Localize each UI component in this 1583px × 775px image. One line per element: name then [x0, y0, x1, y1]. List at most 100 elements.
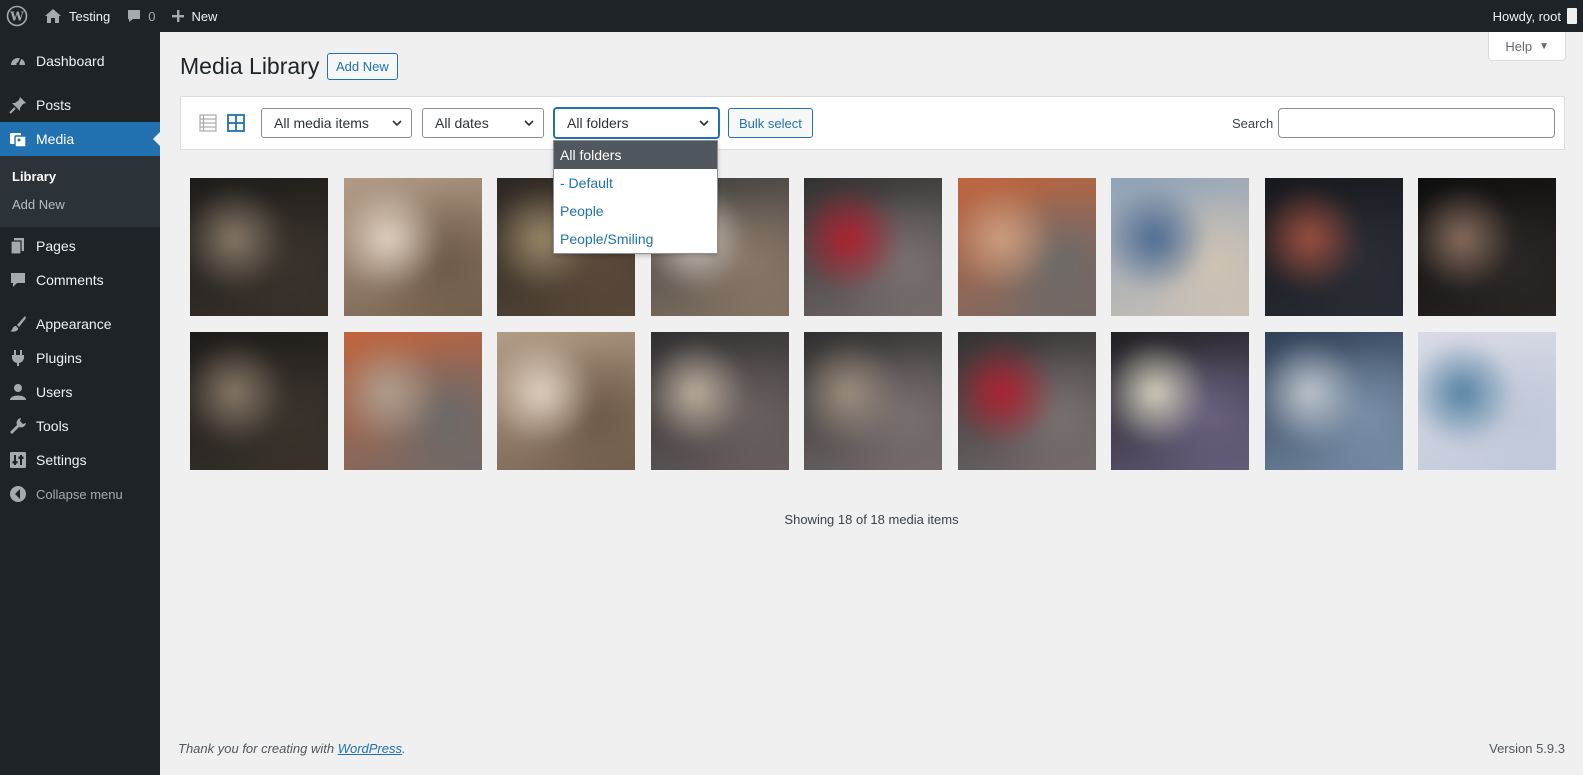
- folder-option-all[interactable]: All folders: [554, 141, 717, 169]
- user-icon: [9, 383, 27, 401]
- thumbnail-image: [958, 178, 1096, 316]
- brush-icon: [9, 315, 27, 333]
- media-thumbnail[interactable]: [804, 178, 942, 316]
- media-thumbnail[interactable]: [804, 332, 942, 470]
- sidebar-item-users[interactable]: Users: [0, 375, 160, 409]
- avatar: [1567, 8, 1577, 24]
- sidebar-item-label: Tools: [36, 418, 69, 434]
- media-thumbnail[interactable]: [958, 178, 1096, 316]
- sidebar-item-settings[interactable]: Settings: [0, 443, 160, 477]
- wordpress-logo-icon[interactable]: W: [0, 0, 36, 32]
- add-new-button[interactable]: Add New: [327, 53, 398, 80]
- submenu-item-library[interactable]: Library: [0, 163, 160, 191]
- sidebar-item-tools[interactable]: Tools: [0, 409, 160, 443]
- sidebar-item-label: Dashboard: [36, 53, 105, 69]
- thumbnail-image: [1265, 178, 1403, 316]
- svg-text:W: W: [9, 10, 24, 24]
- media-thumbnail[interactable]: [1265, 178, 1403, 316]
- my-account-link[interactable]: Howdy, root: [1485, 0, 1583, 32]
- media-icon: [9, 130, 27, 148]
- sidebar-item-appearance[interactable]: Appearance: [0, 307, 160, 341]
- new-label: New: [191, 8, 218, 24]
- chevron-down-icon: [699, 120, 709, 127]
- thumbnail-image: [344, 332, 482, 470]
- folder-filter-select[interactable]: All folders: [554, 108, 719, 138]
- greeting: Howdy, root: [1492, 8, 1561, 24]
- sidebar-item-label: Media: [36, 131, 75, 147]
- collapse-arrow-icon: [9, 485, 27, 503]
- media-thumbnail[interactable]: [958, 332, 1096, 470]
- sidebar-item-media[interactable]: Media: [0, 122, 161, 156]
- thumbnail-image: [190, 332, 328, 470]
- sidebar-item-posts[interactable]: Posts: [0, 88, 160, 122]
- sidebar-item-plugins[interactable]: Plugins: [0, 341, 160, 375]
- media-submenu: Library Add New: [0, 156, 160, 227]
- sidebar-item-dashboard[interactable]: Dashboard: [0, 44, 160, 78]
- collapse-menu-button[interactable]: Collapse menu: [0, 477, 160, 511]
- thumbnail-image: [958, 332, 1096, 470]
- folder-option-people-smiling[interactable]: People/Smiling: [554, 225, 717, 253]
- help-tab-button[interactable]: Help ▼: [1488, 32, 1566, 61]
- bulk-select-button[interactable]: Bulk select: [728, 108, 813, 138]
- thumbnail-image: [497, 332, 635, 470]
- help-label: Help: [1505, 38, 1533, 54]
- thumbnail-image: [1418, 178, 1556, 316]
- caret-down-icon: ▼: [1539, 40, 1549, 52]
- plus-icon: [171, 9, 185, 23]
- thumbnail-image: [804, 332, 942, 470]
- site-name-link[interactable]: Testing: [36, 0, 118, 32]
- footer-thanks-prefix: Thank you for creating with: [178, 741, 338, 756]
- folder-option-people[interactable]: People: [554, 197, 717, 225]
- search-label: Search: [1232, 116, 1274, 131]
- settings-icon: [9, 451, 27, 469]
- media-toolbar: All media items All dates All folders Bu…: [180, 96, 1565, 150]
- site-name: Testing: [69, 8, 111, 24]
- admin-bar: W Testing 0 New Howdy, root: [0, 0, 1583, 32]
- grid-view-icon[interactable]: [227, 114, 245, 132]
- sidebar-item-label: Users: [36, 384, 73, 400]
- media-type-filter-select[interactable]: All media items: [261, 108, 412, 138]
- media-thumbnail[interactable]: [1265, 332, 1403, 470]
- date-filter-value: All dates: [435, 115, 489, 131]
- list-view-icon[interactable]: [199, 114, 217, 132]
- thumbnail-image: [1111, 178, 1249, 316]
- folder-option-default[interactable]: - Default: [554, 169, 717, 197]
- footer-thanks-suffix: .: [402, 741, 406, 756]
- comment-icon: [9, 271, 27, 289]
- thumbnail-image: [1111, 332, 1249, 470]
- comments-link[interactable]: 0: [118, 0, 163, 32]
- search-input[interactable]: [1278, 108, 1555, 138]
- media-thumbnail[interactable]: [344, 178, 482, 316]
- dashboard-icon: [9, 52, 27, 70]
- admin-sidebar: Dashboard Posts Media Library Add New Pa…: [0, 32, 161, 775]
- comment-bubble-icon: [126, 8, 142, 24]
- plug-icon: [9, 349, 27, 367]
- media-thumbnail[interactable]: [651, 332, 789, 470]
- media-thumbnail[interactable]: [190, 178, 328, 316]
- sidebar-item-pages[interactable]: Pages: [0, 229, 160, 263]
- media-count-status: Showing 18 of 18 media items: [784, 512, 959, 527]
- media-thumbnail[interactable]: [190, 332, 328, 470]
- pin-icon: [9, 96, 27, 114]
- media-thumbnail[interactable]: [497, 332, 635, 470]
- sidebar-item-label: Posts: [36, 97, 72, 113]
- home-icon: [44, 8, 62, 24]
- thumbnail-image: [1265, 332, 1403, 470]
- media-type-filter-value: All media items: [274, 115, 369, 131]
- date-filter-select[interactable]: All dates: [422, 108, 544, 138]
- chevron-down-icon: [524, 120, 534, 127]
- media-thumbnail[interactable]: [1418, 178, 1556, 316]
- sidebar-item-label: Settings: [36, 452, 87, 468]
- sidebar-item-label: Appearance: [36, 316, 112, 332]
- sidebar-item-comments[interactable]: Comments: [0, 263, 160, 297]
- media-thumbnail[interactable]: [1111, 332, 1249, 470]
- sidebar-item-label: Pages: [36, 238, 76, 254]
- wordpress-link[interactable]: WordPress: [338, 741, 402, 756]
- submenu-item-add-new[interactable]: Add New: [0, 191, 160, 219]
- thumbnail-image: [804, 178, 942, 316]
- new-content-link[interactable]: New: [163, 0, 225, 32]
- media-thumbnail[interactable]: [1111, 178, 1249, 316]
- media-thumbnail[interactable]: [1418, 332, 1556, 470]
- media-thumbnail[interactable]: [344, 332, 482, 470]
- thumbnail-image: [344, 178, 482, 316]
